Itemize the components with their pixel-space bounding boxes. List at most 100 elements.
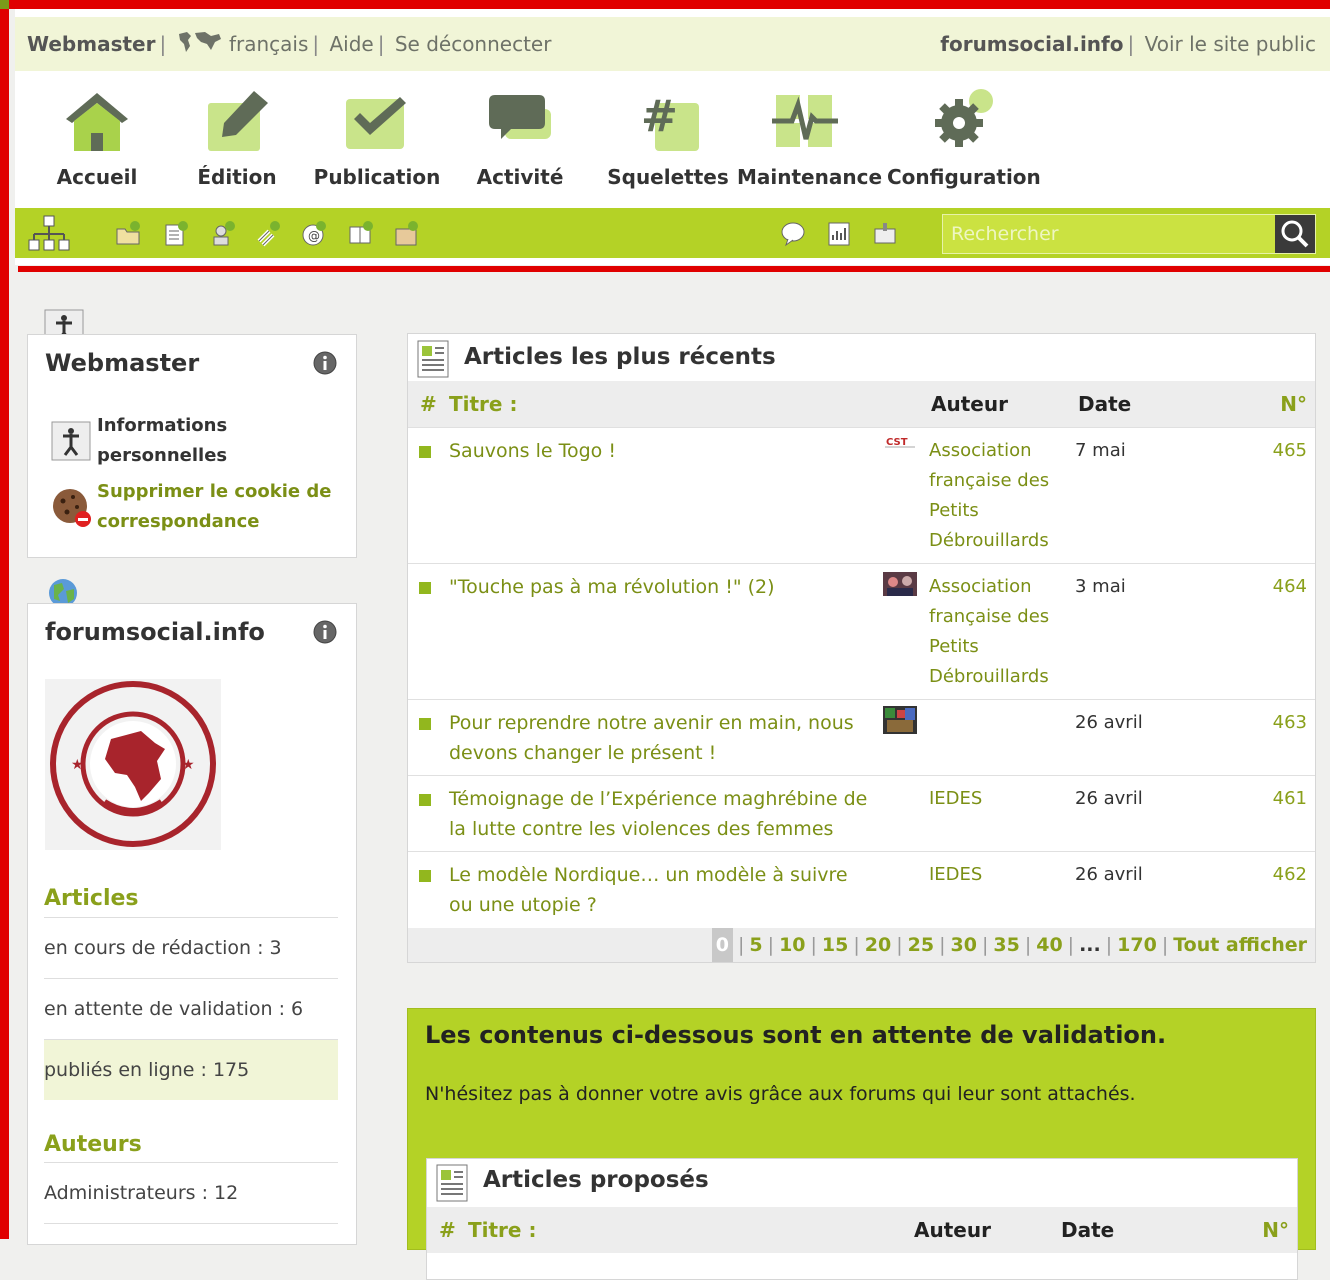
article-number[interactable]: 465 xyxy=(1247,436,1307,466)
recent-articles-panel: Articles les plus récents # Titre : Aute… xyxy=(407,333,1316,963)
svg-text:@: @ xyxy=(308,229,320,243)
help-link[interactable]: Aide xyxy=(329,32,373,56)
new-folder-icon[interactable] xyxy=(115,219,141,247)
table-row[interactable]: "Touche pas à ma révolution !" (2) Assoc… xyxy=(408,563,1315,699)
author-link[interactable]: IEDES xyxy=(929,784,1069,814)
new-author-icon[interactable] xyxy=(210,219,236,247)
stat-row[interactable]: Administrateurs : 12 xyxy=(44,1162,338,1223)
col-date[interactable]: Date xyxy=(1061,1207,1114,1253)
menu-item-activite[interactable]: Activité xyxy=(470,79,570,207)
personal-info-link[interactable]: Informations personnelles xyxy=(97,411,297,471)
menu-label: Maintenance xyxy=(737,165,883,189)
pagination-link[interactable]: 35 xyxy=(993,934,1019,956)
new-document-icon[interactable] xyxy=(393,219,419,247)
article-date: 26 avril xyxy=(1075,712,1143,733)
language-link[interactable]: français xyxy=(229,32,308,56)
pagination-current: 0 xyxy=(711,928,734,962)
stat-row[interactable]: publiés en ligne : 175 xyxy=(44,1039,338,1100)
article-title-link[interactable]: Témoignage de l’Expérience maghrébine de… xyxy=(449,784,869,844)
menu-label: Accueil xyxy=(56,165,138,189)
table-row[interactable]: Le modèle Nordique… un modèle à suivre o… xyxy=(408,851,1315,928)
new-link-icon[interactable] xyxy=(255,219,281,247)
logout-link[interactable]: Se déconnecter xyxy=(395,32,552,56)
pagination-link[interactable]: 170 xyxy=(1117,934,1157,956)
pagination-link[interactable]: 20 xyxy=(865,934,891,956)
row-bullet xyxy=(419,446,431,458)
new-article-icon[interactable] xyxy=(163,219,189,247)
site-name-link[interactable]: forumsocial.info xyxy=(940,32,1123,56)
authors-heading: Auteurs xyxy=(44,1132,142,1157)
col-hash: # xyxy=(420,392,437,416)
table-row[interactable]: Témoignage de l’Expérience maghrébine de… xyxy=(408,775,1315,851)
site-map-icon[interactable] xyxy=(28,214,70,252)
menu-item-squelettes[interactable]: # Squelettes xyxy=(603,79,733,207)
col-title[interactable]: Titre : xyxy=(449,381,517,427)
col-date[interactable]: Date xyxy=(1078,381,1131,427)
pagination-link[interactable]: 15 xyxy=(822,934,848,956)
pagination-link[interactable]: 30 xyxy=(951,934,977,956)
article-number[interactable]: 462 xyxy=(1247,860,1307,890)
article-title-link[interactable]: Sauvons le Togo ! xyxy=(449,436,869,466)
pagination-link[interactable]: 10 xyxy=(779,934,805,956)
pagination-link[interactable]: 25 xyxy=(908,934,934,956)
col-author[interactable]: Auteur xyxy=(931,381,1008,427)
menu-label: Squelettes xyxy=(607,165,729,189)
home-icon xyxy=(66,93,128,151)
menu-item-configuration[interactable]: Configuration xyxy=(887,79,1041,207)
col-author[interactable]: Auteur xyxy=(914,1207,991,1253)
show-all-link[interactable]: Tout afficher xyxy=(1173,934,1307,956)
article-title-link[interactable]: Pour reprendre notre avenir en main, nou… xyxy=(449,708,869,768)
table-header: # Titre : Auteur Date N° xyxy=(427,1207,1297,1253)
hash-icon: # xyxy=(641,91,699,151)
new-site-icon[interactable]: @ xyxy=(301,219,327,247)
menu-item-publication[interactable]: Publication xyxy=(312,79,442,207)
article-number[interactable]: 461 xyxy=(1247,784,1307,814)
new-brief-icon[interactable] xyxy=(348,219,374,247)
delete-cookie-link[interactable]: Supprimer le cookie de correspondance xyxy=(97,477,337,537)
user-box: Webmaster Informations personnelles Supp… xyxy=(27,334,357,558)
menu-item-accueil[interactable]: Accueil xyxy=(47,79,147,207)
personal-info-icon xyxy=(51,421,91,461)
mailbox-icon[interactable] xyxy=(872,219,898,247)
article-number[interactable]: 463 xyxy=(1247,708,1307,738)
forum-icon[interactable] xyxy=(780,219,806,247)
search-button[interactable] xyxy=(1275,215,1315,253)
article-number[interactable]: 464 xyxy=(1247,572,1307,602)
annotation-frame-left xyxy=(0,0,9,1239)
article-date: 26 avril xyxy=(1075,788,1143,809)
info-icon[interactable] xyxy=(313,351,337,375)
stat-row xyxy=(44,1223,338,1240)
info-icon[interactable] xyxy=(313,620,337,644)
stat-row[interactable]: en cours de rédaction : 3 xyxy=(44,917,338,978)
row-bullet xyxy=(419,582,431,594)
author-link[interactable]: Association française des Petits Débroui… xyxy=(929,572,1069,692)
table-row[interactable]: Pour reprendre notre avenir en main, nou… xyxy=(408,699,1315,775)
top-bar: Webmaster | français | Aide | Se déconnecte… xyxy=(15,17,1330,71)
col-num[interactable]: N° xyxy=(1280,381,1307,427)
author-link[interactable]: IEDES xyxy=(929,860,1069,890)
table-row[interactable]: Sauvons le Togo ! CST Association frança… xyxy=(408,427,1315,563)
table-header: # Titre : Auteur Date N° xyxy=(408,381,1315,427)
stat-row[interactable]: en attente de validation : 6 xyxy=(44,978,338,1039)
header: Webmaster | français | Aide | Se déconnecte… xyxy=(15,9,1330,265)
article-date: 7 mai xyxy=(1075,440,1126,461)
speech-bubble-icon xyxy=(489,95,551,139)
public-site-link[interactable]: Voir le site public xyxy=(1145,32,1316,56)
author-link[interactable]: Association française des Petits Débroui… xyxy=(929,436,1069,556)
svg-text:★: ★ xyxy=(71,757,84,773)
statistics-icon[interactable] xyxy=(826,219,852,247)
main-menu: Accueil Édition Publication Activité # S… xyxy=(15,79,1330,207)
pagination-link[interactable]: 5 xyxy=(749,934,762,956)
pagination-link[interactable]: 40 xyxy=(1036,934,1062,956)
search-input[interactable] xyxy=(943,215,1281,253)
col-title[interactable]: Titre : xyxy=(468,1207,536,1253)
validation-heading: Les contenus ci-dessous sont en attente … xyxy=(425,1021,1167,1049)
proposed-articles-panel: Articles proposés # Titre : Auteur Date … xyxy=(426,1158,1298,1280)
article-title-link[interactable]: "Touche pas à ma révolution !" (2) xyxy=(449,572,869,602)
article-title-link[interactable]: Le modèle Nordique… un modèle à suivre o… xyxy=(449,860,869,920)
menu-item-edition[interactable]: Édition xyxy=(187,79,287,207)
col-num[interactable]: N° xyxy=(1262,1207,1289,1253)
menu-item-maintenance[interactable]: Maintenance xyxy=(737,79,883,207)
pagination: 0 | 5 | 10 | 15 | 20 | 25 | 30 | 35 | 40 |... | 170 | Tout af… xyxy=(408,928,1315,962)
user-link[interactable]: Webmaster xyxy=(27,32,155,56)
